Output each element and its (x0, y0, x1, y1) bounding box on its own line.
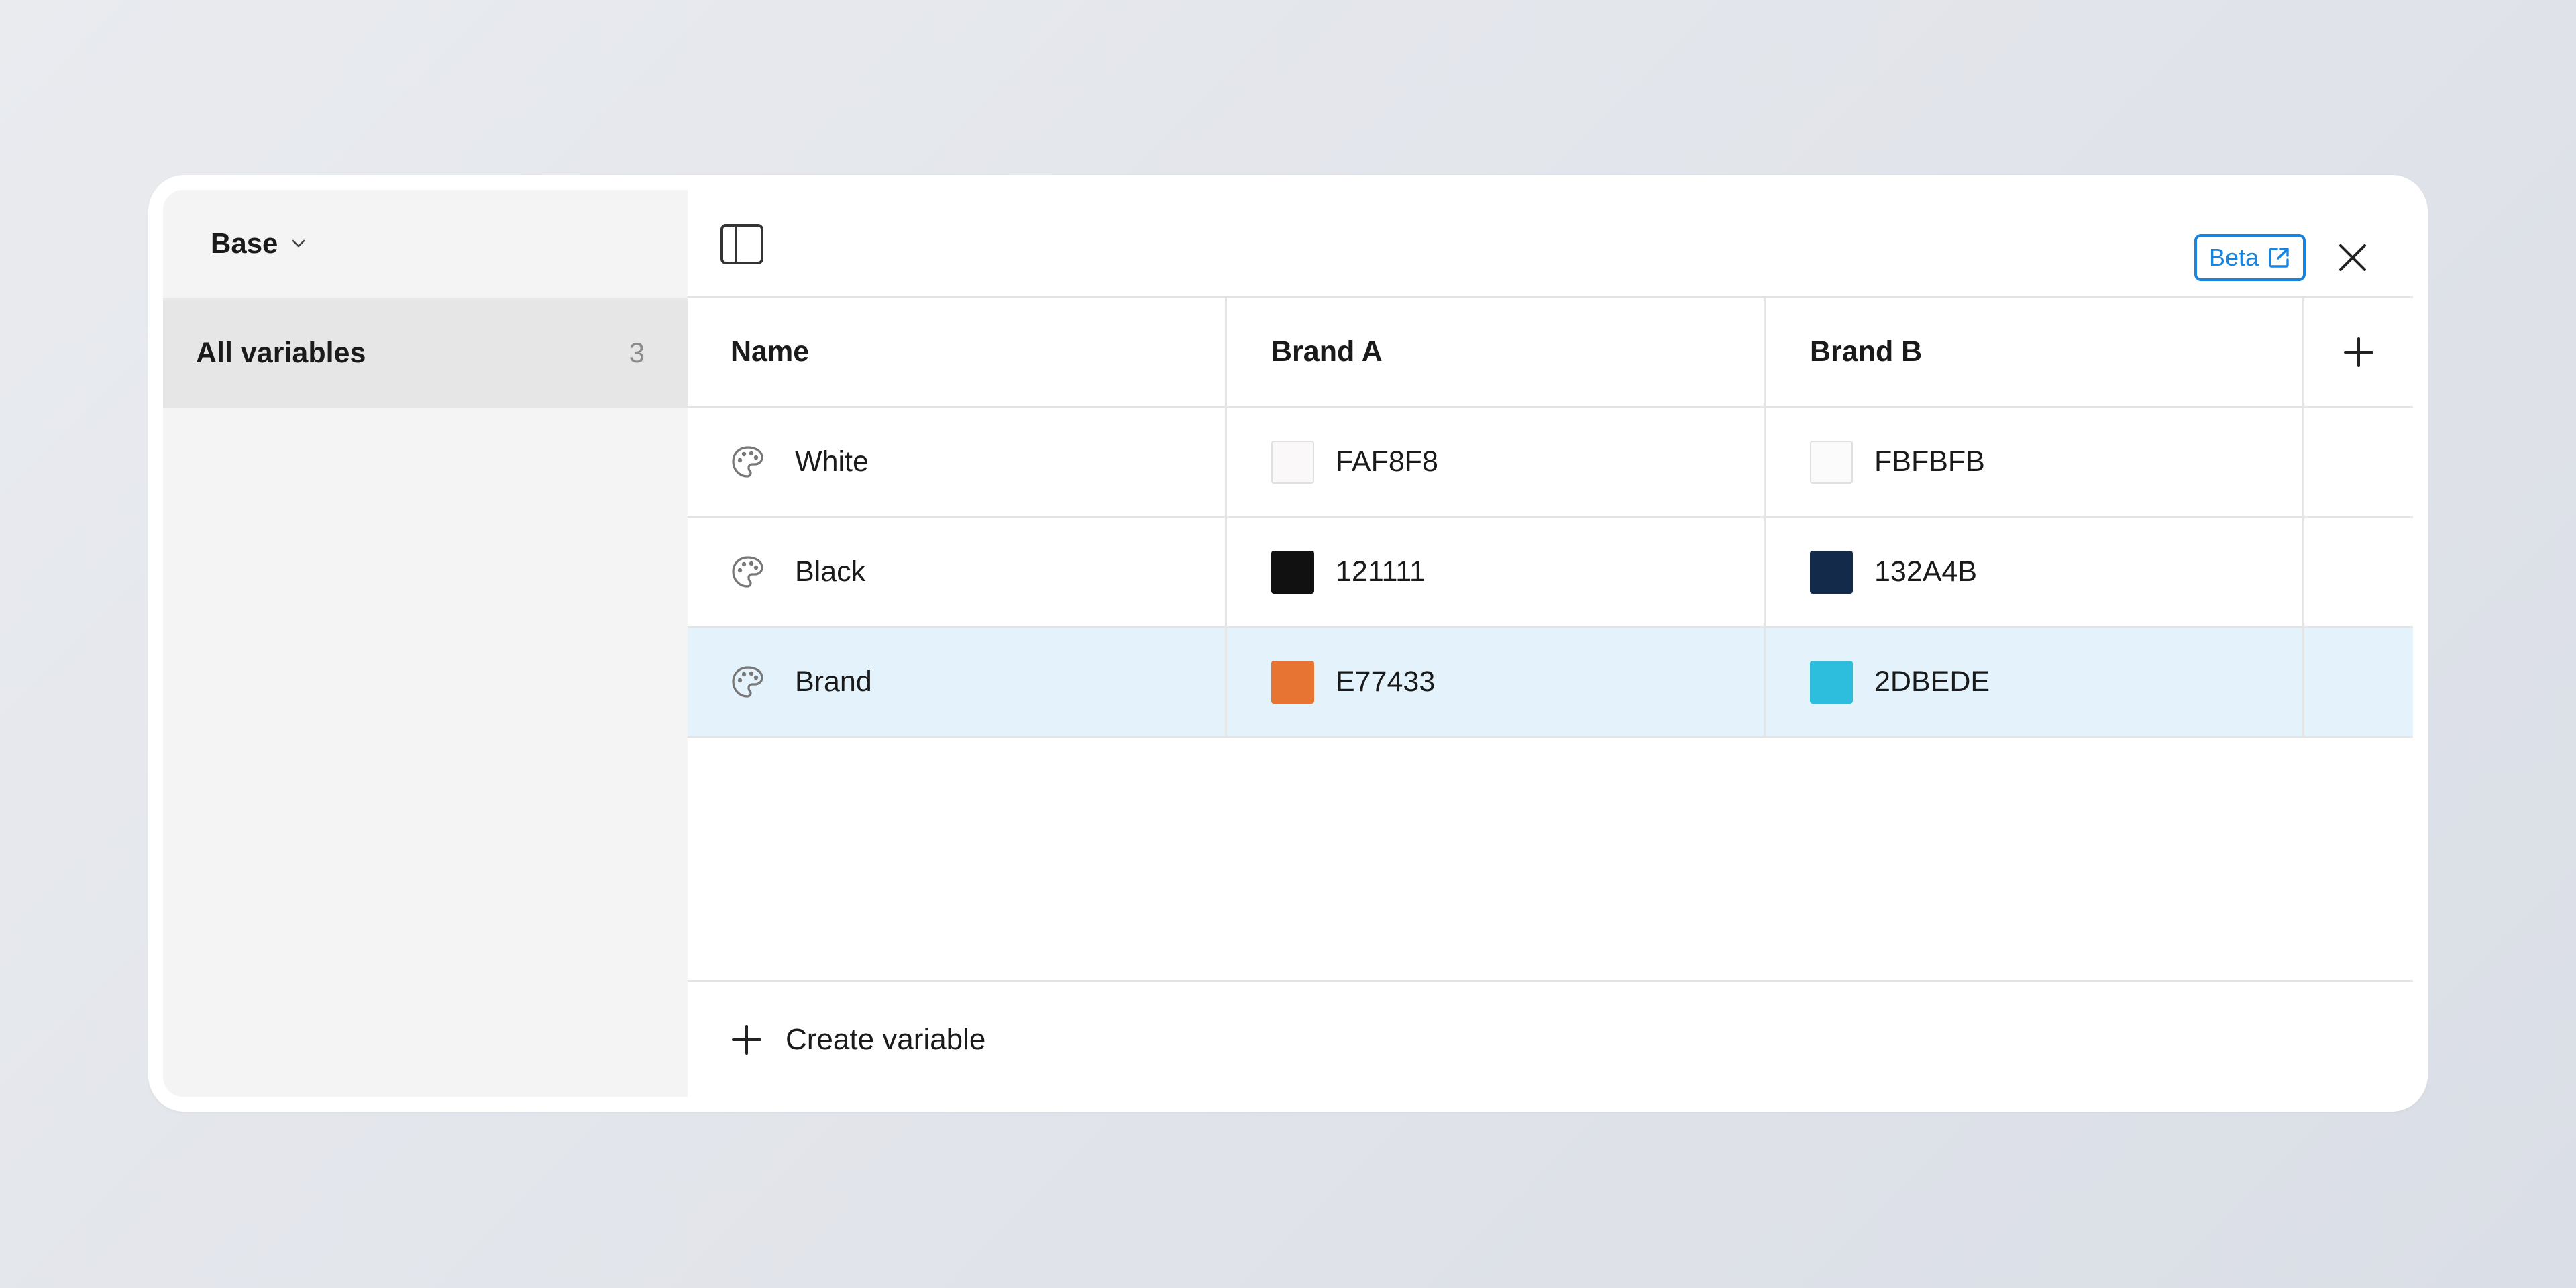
variable-name-cell[interactable]: White (688, 408, 1227, 516)
add-mode-button[interactable] (2304, 298, 2412, 406)
sidebar-item-label: All variables (196, 336, 366, 369)
sidebar-item-all-variables[interactable]: All variables 3 (163, 298, 688, 408)
collection-dropdown[interactable]: Base (211, 226, 309, 261)
value-cell-brand-b[interactable]: 2DBEDE (1766, 628, 2304, 736)
variable-name: Black (795, 555, 866, 588)
color-swatch (1271, 440, 1314, 484)
color-swatch (1271, 660, 1314, 704)
column-header-brand-a[interactable]: Brand A (1227, 298, 1766, 406)
empty-cell (2304, 628, 2412, 736)
table-row[interactable]: Black 121111 132A4B (688, 518, 2413, 628)
palette-icon (732, 445, 763, 478)
sidebar-toggle-icon[interactable] (720, 223, 764, 265)
table-header: Name Brand A Brand B (688, 298, 2413, 408)
value-cell-brand-a[interactable]: 121111 (1227, 518, 1766, 626)
plus-icon (2343, 337, 2373, 367)
value-cell-brand-a[interactable]: E77433 (1227, 628, 1766, 736)
chevron-down-icon (292, 239, 305, 248)
main-area: Beta Name Brand A Brand B White FAF8F8 F… (688, 190, 2413, 1097)
color-value: 2DBEDE (1874, 665, 1990, 698)
color-swatch (1810, 660, 1853, 704)
color-value: 132A4B (1874, 555, 1978, 588)
close-icon[interactable] (2332, 237, 2373, 278)
color-swatch (1810, 440, 1853, 484)
variable-name: Brand (795, 665, 872, 698)
sidebar: Base All variables 3 (163, 190, 688, 1097)
variables-table: Name Brand A Brand B White FAF8F8 FBFBFB… (688, 298, 2413, 738)
variables-panel: Base All variables 3 Beta Name Brand A B… (148, 175, 2428, 1112)
color-swatch (1271, 550, 1314, 594)
empty-cell (2304, 518, 2412, 626)
value-cell-brand-a[interactable]: FAF8F8 (1227, 408, 1766, 516)
color-value: E77433 (1336, 665, 1436, 698)
plus-icon (732, 1024, 761, 1055)
palette-icon (732, 555, 763, 588)
color-value: 121111 (1336, 555, 1426, 588)
external-link-icon (2269, 248, 2289, 268)
color-value: FAF8F8 (1336, 445, 1438, 478)
color-value: FBFBFB (1874, 445, 1985, 478)
value-cell-brand-b[interactable]: FBFBFB (1766, 408, 2304, 516)
table-row[interactable]: Brand E77433 2DBEDE (688, 628, 2413, 738)
palette-icon (732, 665, 763, 698)
beta-badge[interactable]: Beta (2194, 234, 2306, 281)
color-swatch (1810, 550, 1853, 594)
value-cell-brand-b[interactable]: 132A4B (1766, 518, 2304, 626)
create-variable-label: Create variable (786, 1022, 986, 1056)
sidebar-item-count: 3 (629, 337, 645, 368)
create-variable-button[interactable]: Create variable (688, 980, 2413, 1097)
column-header-name[interactable]: Name (688, 298, 1227, 406)
variable-name: White (795, 445, 869, 478)
variable-name-cell[interactable]: Black (688, 518, 1227, 626)
empty-cell (2304, 408, 2412, 516)
variable-name-cell[interactable]: Brand (688, 628, 1227, 736)
toolbar: Beta (688, 190, 2413, 298)
table-row[interactable]: White FAF8F8 FBFBFB (688, 408, 2413, 518)
beta-label: Beta (2208, 244, 2259, 271)
column-header-brand-b[interactable]: Brand B (1766, 298, 2304, 406)
collection-name: Base (211, 227, 278, 259)
